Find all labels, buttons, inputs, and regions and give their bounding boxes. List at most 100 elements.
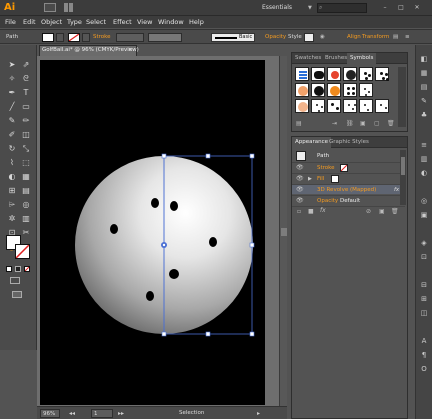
artboards-panel-icon[interactable]: ⊡ (419, 252, 429, 262)
paragraph-panel-icon[interactable]: ¶ (419, 350, 429, 360)
control-menu-icon[interactable]: ≡ (405, 30, 410, 45)
symbol-options-icon[interactable]: ▣ (360, 120, 366, 127)
symbol-item[interactable] (295, 99, 309, 113)
golf-ball-artwork[interactable] (40, 60, 265, 405)
symbol-item[interactable] (343, 83, 357, 97)
color-panel-icon[interactable]: ◧ (419, 54, 429, 64)
symbols-scrollbar[interactable] (398, 67, 406, 127)
blob-brush-icon[interactable]: ✐ (6, 129, 18, 141)
character-panel-icon[interactable]: A (419, 336, 429, 346)
stroke-swatch[interactable] (68, 33, 80, 42)
effect-label[interactable]: 3D Revolve (Mapped) (317, 185, 376, 195)
warp-tool-icon[interactable]: ⌇ (6, 157, 18, 169)
align-panel-icon[interactable]: ⊟ (419, 280, 429, 290)
bridge-icon[interactable] (44, 3, 56, 12)
delete-item-icon[interactable]: 🗑 (391, 208, 399, 215)
brush-definition[interactable]: Basic (211, 33, 255, 42)
clear-appearance-icon[interactable]: ⊘ (366, 208, 371, 215)
graphic-style-swatch[interactable] (304, 33, 314, 42)
menu-view[interactable]: View (137, 16, 152, 28)
paintbrush-icon[interactable]: ✎ (6, 115, 18, 127)
symbol-item[interactable] (327, 99, 341, 113)
stroke-panel-link[interactable]: Stroke (93, 30, 111, 45)
workspace-switcher[interactable]: Essentials (262, 3, 312, 13)
graphic-styles-icon[interactable]: ▣ (419, 210, 429, 220)
stroke-dropdown[interactable] (82, 33, 90, 42)
symbol-item[interactable] (295, 83, 309, 97)
new-symbol-icon[interactable]: ▢ (374, 120, 380, 127)
visibility-eye-icon[interactable]: 👁 (296, 174, 304, 184)
symbol-item[interactable] (359, 83, 373, 97)
menu-type[interactable]: Type (67, 16, 82, 28)
symbol-item[interactable] (295, 67, 309, 81)
maximize-button[interactable]: □ (394, 3, 408, 13)
recolor-artwork-icon[interactable]: ◉ (320, 30, 325, 45)
chevron-down-icon[interactable]: ▼ (308, 3, 314, 13)
none-mode-icon[interactable] (24, 266, 30, 272)
symbol-item[interactable] (311, 83, 325, 97)
rectangle-tool-icon[interactable]: ▭ (20, 101, 32, 113)
eraser-icon[interactable]: ◫ (20, 129, 32, 141)
stroke-weight-field[interactable] (116, 33, 144, 42)
symbol-item[interactable] (359, 67, 373, 81)
arrange-documents-icon[interactable] (64, 3, 78, 12)
free-transform-icon[interactable]: ⬚ (20, 157, 32, 169)
appearance-row-opacity[interactable]: 👁 Opacity Default (292, 195, 405, 205)
stroke-label[interactable]: Stroke (317, 163, 335, 173)
slice-tool-icon[interactable]: ✂ (20, 227, 32, 239)
scrollbar-thumb[interactable] (281, 228, 287, 236)
appearance-row-fill[interactable]: 👁 ▶ Fill (292, 173, 405, 183)
opacity-link[interactable]: Opacity (265, 30, 286, 45)
fill-dropdown[interactable] (56, 33, 64, 42)
minimize-button[interactable]: – (378, 3, 392, 13)
brushes-panel-icon[interactable]: ✎ (419, 96, 429, 106)
delete-symbol-icon[interactable]: 🗑 (387, 120, 395, 127)
gradient-tool-icon[interactable]: ▤ (20, 185, 32, 197)
color-guide-icon[interactable]: ▦ (419, 68, 429, 78)
symbols-panel-icon[interactable]: ♣ (419, 110, 429, 120)
symbol-item[interactable] (311, 67, 325, 81)
pen-tool-icon[interactable]: ✒ (6, 87, 18, 99)
symbol-item[interactable] (343, 99, 357, 113)
mesh-tool-icon[interactable]: ⊞ (6, 185, 18, 197)
gradient-mode-icon[interactable] (15, 266, 21, 272)
transform-panel-icon[interactable]: ⊞ (419, 294, 429, 304)
close-tab-icon[interactable]: × (128, 45, 136, 56)
type-tool-icon[interactable]: T (20, 87, 32, 99)
add-stroke-icon[interactable]: ▫ (297, 208, 301, 215)
opacity-label[interactable]: Opacity (317, 196, 338, 206)
place-symbol-icon[interactable]: ⇥ (332, 120, 337, 127)
stroke-panel-icon[interactable]: ≡ (419, 140, 429, 150)
visibility-eye-icon[interactable]: 👁 (296, 163, 304, 173)
menu-help[interactable]: Help (189, 16, 204, 28)
status-menu-icon[interactable]: ▸ (257, 409, 260, 418)
stroke-swatch[interactable] (340, 164, 348, 172)
pathfinder-panel-icon[interactable]: ◫ (419, 308, 429, 318)
tab-swatches[interactable]: Swatches (292, 53, 324, 64)
shape-builder-icon[interactable]: ◐ (6, 171, 18, 183)
scale-tool-icon[interactable]: ⤡ (20, 143, 32, 155)
visibility-eye-icon[interactable]: 👁 (296, 185, 304, 195)
magic-wand-icon[interactable]: ✧ (6, 73, 18, 85)
isolate-icon[interactable]: ▤ (393, 30, 398, 45)
first-artboard-icon[interactable]: ◂◂ (69, 409, 75, 418)
symbol-item[interactable] (343, 67, 357, 81)
appearance-scroll-thumb[interactable] (401, 157, 405, 175)
appearance-row-effect[interactable]: 👁 3D Revolve (Mapped) fx (292, 184, 405, 194)
symbol-item[interactable] (327, 67, 341, 81)
eyedropper-icon[interactable]: ⌲ (6, 199, 18, 211)
tab-brushes[interactable]: Brushes (322, 53, 350, 64)
duplicate-item-icon[interactable]: ▣ (379, 208, 385, 215)
selection-tool-icon[interactable]: ➤ (6, 59, 18, 71)
symbol-item[interactable] (311, 99, 325, 113)
tab-symbols[interactable]: Symbols (347, 53, 377, 64)
drawing-mode-icon[interactable] (10, 277, 20, 284)
artboard[interactable] (40, 60, 265, 405)
direct-selection-tool-icon[interactable]: ⇗ (20, 59, 32, 71)
menu-object[interactable]: Object (41, 16, 62, 28)
perspective-grid-icon[interactable]: ▦ (20, 171, 32, 183)
visibility-eye-icon[interactable]: 👁 (296, 196, 304, 206)
variable-width-profile[interactable] (148, 33, 182, 42)
menu-window[interactable]: Window (158, 16, 184, 28)
pencil-icon[interactable]: ✏ (20, 115, 32, 127)
